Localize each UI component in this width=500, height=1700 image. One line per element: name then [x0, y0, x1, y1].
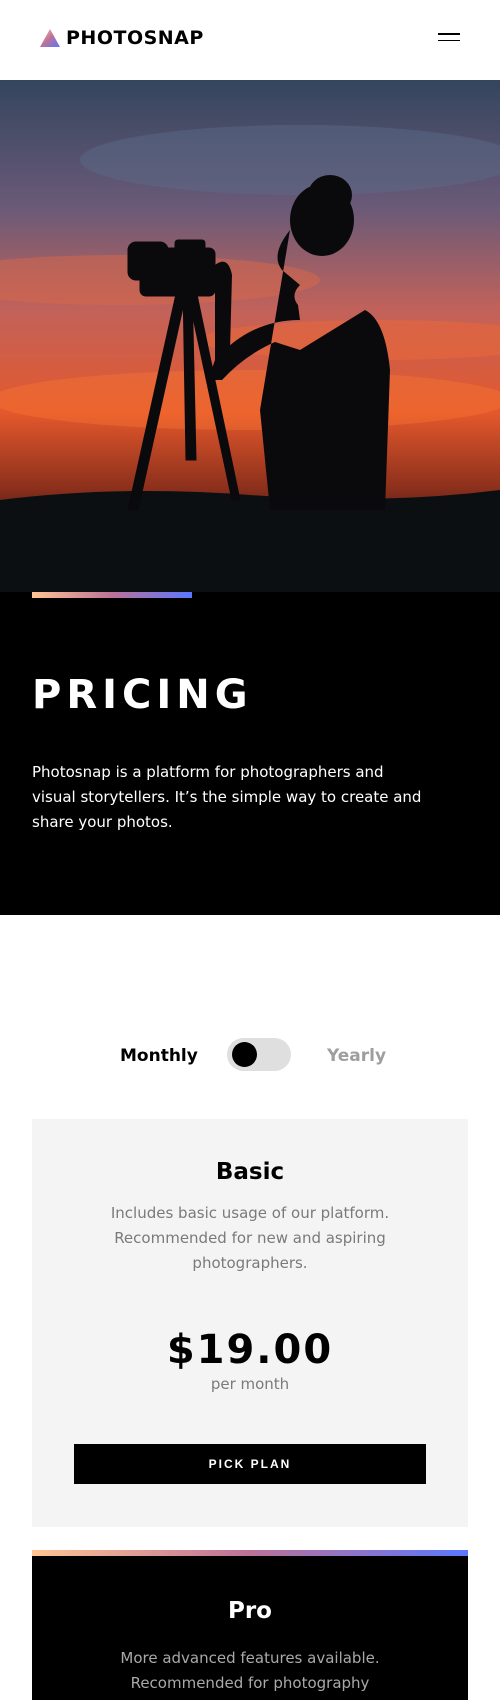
yearly-label[interactable]: Yearly: [327, 1046, 386, 1066]
site-header: PHOTOSNAP: [0, 0, 500, 80]
brand-logo[interactable]: PHOTOSNAP: [40, 27, 204, 49]
triangle-logo-icon: [40, 29, 60, 47]
hero-description: Photosnap is a platform for photographer…: [32, 763, 422, 831]
plan-name: Pro: [227, 1598, 272, 1624]
switch-knob: [232, 1042, 257, 1067]
hero-text-panel: PRICING Photosnap is a platform for phot…: [0, 592, 500, 915]
monthly-label[interactable]: Monthly: [120, 1046, 198, 1066]
billing-toggle: Monthly Yearly: [0, 1038, 500, 1072]
plan-description: More advanced features available. Recomm…: [120, 1649, 380, 1692]
billing-switch[interactable]: [227, 1038, 291, 1071]
hamburger-menu-icon[interactable]: [438, 33, 460, 45]
plan-period: per month: [210, 1375, 290, 1393]
page-title: PRICING: [32, 672, 253, 718]
plan-name: Basic: [215, 1159, 285, 1185]
plan-card-pro: Pro More advanced features available. Re…: [32, 1550, 468, 1700]
accent-bar: [32, 592, 192, 598]
plan-price: $19.00: [166, 1327, 334, 1373]
accent-bar: [32, 1550, 468, 1556]
plan-card-basic: Basic Includes basic usage of our platfo…: [32, 1119, 468, 1527]
hero-image: [0, 80, 500, 592]
pick-plan-button[interactable]: PICK PLAN: [74, 1444, 426, 1484]
plan-description: Includes basic usage of our platform. Re…: [110, 1204, 390, 1272]
brand-name: PHOTOSNAP: [66, 27, 204, 49]
